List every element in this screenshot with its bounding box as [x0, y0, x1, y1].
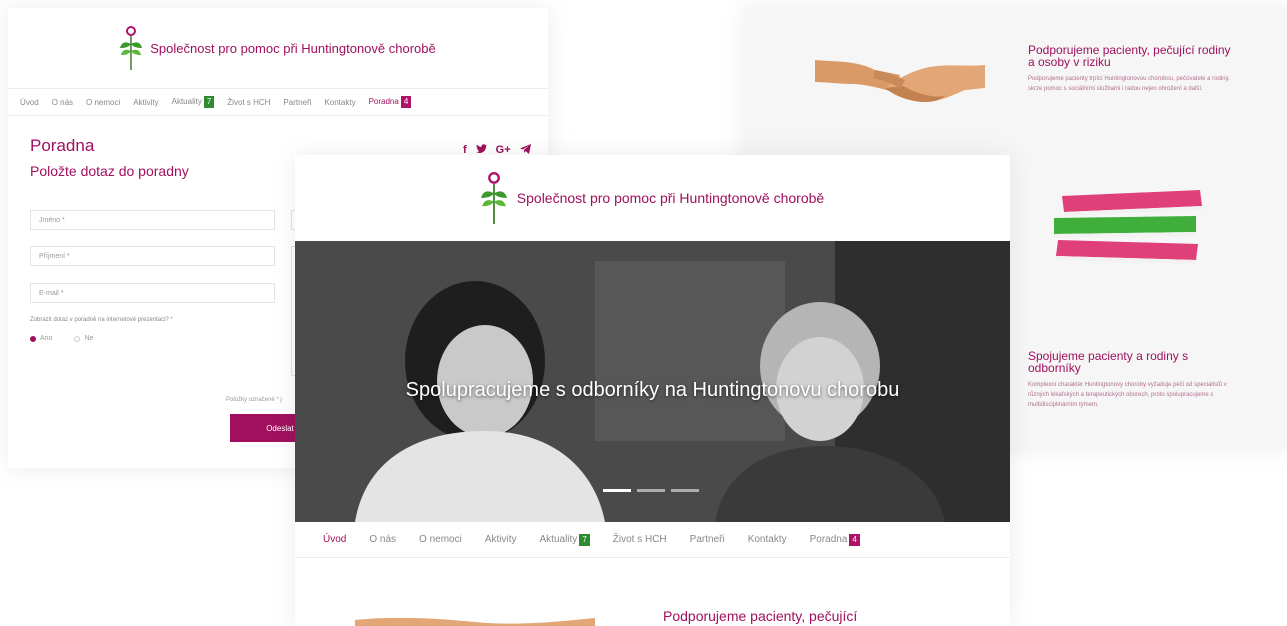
- publish-question-label: Zobrazit dotaz v poradně na internetové …: [30, 317, 173, 323]
- radio-no[interactable]: Ne: [74, 335, 93, 342]
- poradna-count-badge: 4: [849, 533, 860, 546]
- nav-item-poradna-label: Poradna: [809, 533, 848, 545]
- name-field[interactable]: Jméno *: [30, 210, 275, 230]
- aktuality-count-badge: 7: [579, 533, 590, 546]
- slide-indicator[interactable]: [637, 489, 665, 492]
- radio-yes-dot: [30, 335, 36, 342]
- radio-no-dot: [74, 335, 81, 342]
- nav-item-poradna-label: Poradna: [368, 97, 399, 106]
- slide-indicator[interactable]: [603, 489, 631, 492]
- page-title: Poradna: [30, 136, 95, 155]
- site-title[interactable]: Společnost pro pomoc při Huntingtonově c…: [150, 41, 435, 56]
- nav-item-kontakty[interactable]: Kontakty: [748, 534, 787, 545]
- hero-caption: Spolupracujeme s odborníky na Huntington…: [405, 379, 900, 401]
- nav-item-o-nemoci[interactable]: O nemoci: [86, 98, 120, 107]
- homepage-preview: Společnost pro pomoc při Huntingtonově c…: [295, 155, 1010, 626]
- aktuality-count-badge: 7: [203, 96, 215, 108]
- nav-item-aktivity[interactable]: Aktivity: [485, 534, 517, 545]
- nav-item-aktivity[interactable]: Aktivity: [133, 98, 158, 107]
- nav-item-zivot-s-hch[interactable]: Život s HCH: [613, 534, 667, 545]
- required-note: Položky označené * j: [226, 397, 282, 403]
- email-field[interactable]: E-mail *: [30, 283, 275, 303]
- nav-item-partneri[interactable]: Partneři: [690, 534, 725, 545]
- nav-item-aktuality-label: Aktuality: [171, 97, 202, 106]
- page-subtitle: Položte dotaz do poradny: [30, 163, 189, 179]
- feature-title-experts: Spojujeme pacienty a rodiny s odborníky: [1028, 349, 1189, 375]
- site-header: Společnost pro pomoc při Huntingtonově c…: [295, 155, 1010, 240]
- nav-item-aktuality-label: Aktuality: [539, 533, 578, 545]
- feature-title-support: Podporujeme pacienty, pečující: [663, 608, 858, 624]
- slider-indicators: [603, 489, 699, 492]
- nav-item-poradna[interactable]: Poradna 4: [369, 96, 412, 108]
- nav-item-o-nas[interactable]: O nás: [52, 98, 73, 107]
- main-nav: Úvod O nás O nemoci Aktivity Aktuality 7 …: [295, 522, 1010, 558]
- site-title[interactable]: Společnost pro pomoc při Huntingtonově c…: [517, 190, 824, 206]
- nav-item-uvod[interactable]: Úvod: [20, 98, 39, 107]
- nav-item-partneri[interactable]: Partneři: [283, 98, 311, 107]
- handshake-icon: [815, 30, 985, 125]
- nav-item-poradna[interactable]: Poradna 4: [809, 533, 860, 546]
- radio-yes-label: Ano: [40, 335, 53, 342]
- logo-flower-icon[interactable]: [480, 171, 507, 225]
- feature-title-support: Podporujeme pacienty, pečující rodiny a …: [1028, 43, 1231, 69]
- nav-item-o-nemoci[interactable]: O nemoci: [419, 534, 462, 545]
- nav-item-zivot-s-hch[interactable]: Život s HCH: [227, 98, 270, 107]
- poradna-count-badge: 4: [400, 96, 412, 108]
- handshake-icon: [355, 610, 595, 626]
- nav-item-o-nas[interactable]: O nás: [369, 534, 396, 545]
- publish-radio-group: Ano Ne: [30, 335, 93, 342]
- books-icon: [1050, 188, 1210, 273]
- hero-slider[interactable]: Spolupracujeme s odborníky na Huntington…: [295, 241, 1010, 522]
- feature-text-experts: Komplexní charakter Huntingtonovy chorob…: [1028, 382, 1227, 408]
- logo-flower-icon[interactable]: [120, 26, 143, 70]
- site-header: Společnost pro pomoc při Huntingtonově c…: [8, 8, 548, 88]
- nav-item-kontakty[interactable]: Kontakty: [324, 98, 355, 107]
- slide-indicator[interactable]: [671, 489, 699, 492]
- collage: Společnost pro pomoc při Huntingtonově c…: [0, 0, 1287, 626]
- nav-item-aktuality[interactable]: Aktuality 7: [172, 96, 215, 108]
- nav-item-aktuality[interactable]: Aktuality 7: [539, 533, 590, 546]
- radio-yes[interactable]: Ano: [30, 335, 52, 342]
- feature-text-support: Podporujeme pacienty trpící Huntingtonov…: [1028, 76, 1230, 92]
- surname-field[interactable]: Příjmení *: [30, 246, 275, 266]
- nav-item-uvod[interactable]: Úvod: [323, 534, 346, 545]
- radio-no-label: Ne: [84, 335, 94, 342]
- main-nav: Úvod O nás O nemoci Aktivity Aktuality 7 …: [8, 88, 548, 116]
